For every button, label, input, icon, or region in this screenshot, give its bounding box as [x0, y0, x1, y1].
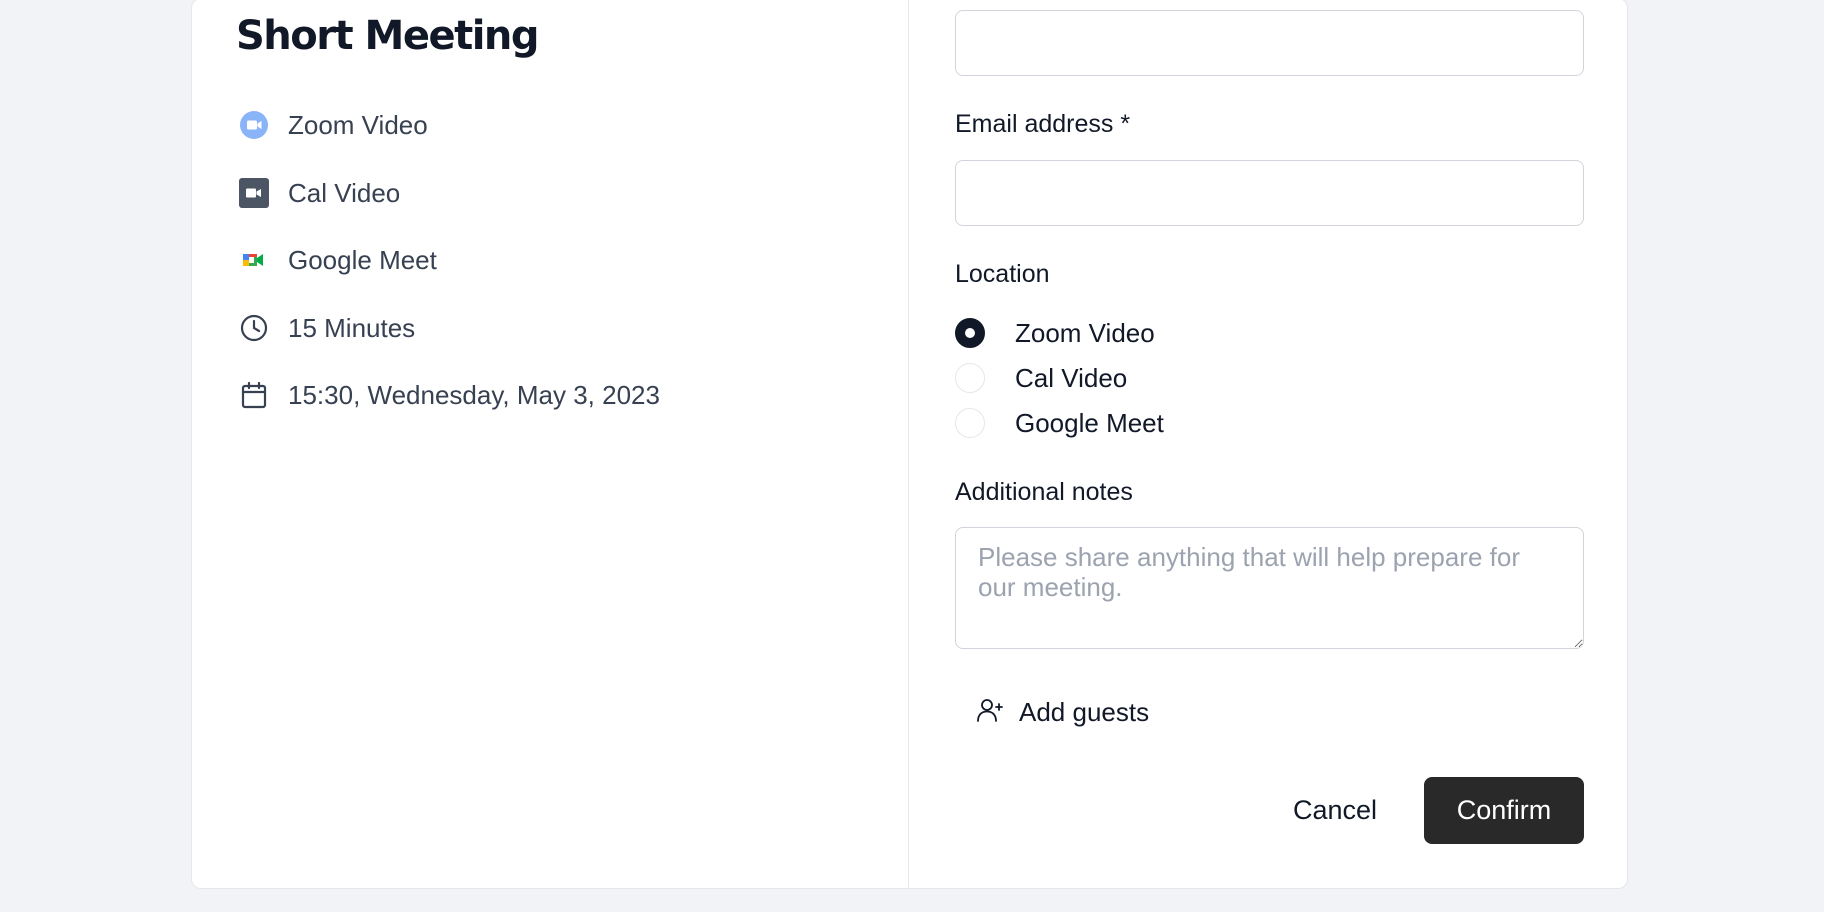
cal-video-icon — [238, 177, 270, 209]
radio-label: Cal Video — [1015, 362, 1128, 393]
location-option-google-meet[interactable]: Google Meet — [955, 405, 1164, 441]
location-option-cal-video[interactable]: Cal Video — [955, 360, 1127, 396]
location-option-zoom-video[interactable]: Zoom Video — [955, 315, 1155, 351]
location-label: Location — [955, 260, 1050, 288]
radio-google-meet[interactable] — [955, 408, 985, 438]
detail-date-time: 15:30, Wednesday, May 3, 2023 — [238, 375, 660, 415]
detail-label: Zoom Video — [288, 109, 428, 140]
detail-label: Google Meet — [288, 244, 437, 275]
calendar-icon — [238, 379, 270, 411]
clock-icon — [238, 312, 270, 344]
name-input[interactable] — [955, 10, 1584, 76]
radio-zoom-video[interactable] — [955, 318, 985, 348]
detail-label: 15 Minutes — [288, 312, 416, 343]
event-title: Short Meeting — [236, 13, 540, 59]
add-guests-button[interactable]: Add guests — [975, 692, 1149, 732]
add-guests-label: Add guests — [1019, 696, 1150, 727]
add-user-icon — [975, 695, 1005, 730]
email-input[interactable] — [955, 160, 1584, 226]
detail-zoom-video: Zoom Video — [238, 105, 428, 145]
notes-label: Additional notes — [955, 478, 1133, 506]
confirm-button[interactable]: Confirm — [1424, 777, 1584, 844]
detail-label: 15:30, Wednesday, May 3, 2023 — [288, 379, 660, 410]
radio-label: Zoom Video — [1015, 317, 1155, 348]
email-label: Email address * — [955, 110, 1131, 138]
detail-duration: 15 Minutes — [238, 308, 415, 348]
detail-google-meet: Google Meet — [238, 240, 437, 280]
detail-cal-video: Cal Video — [238, 173, 400, 213]
google-meet-icon — [238, 244, 270, 276]
cancel-button[interactable]: Cancel — [1268, 777, 1402, 844]
zoom-video-icon — [238, 109, 270, 141]
panel-divider — [908, 0, 909, 889]
additional-notes-textarea[interactable] — [955, 527, 1584, 649]
detail-label: Cal Video — [288, 177, 401, 208]
radio-cal-video[interactable] — [955, 363, 985, 393]
radio-label: Google Meet — [1015, 407, 1164, 438]
